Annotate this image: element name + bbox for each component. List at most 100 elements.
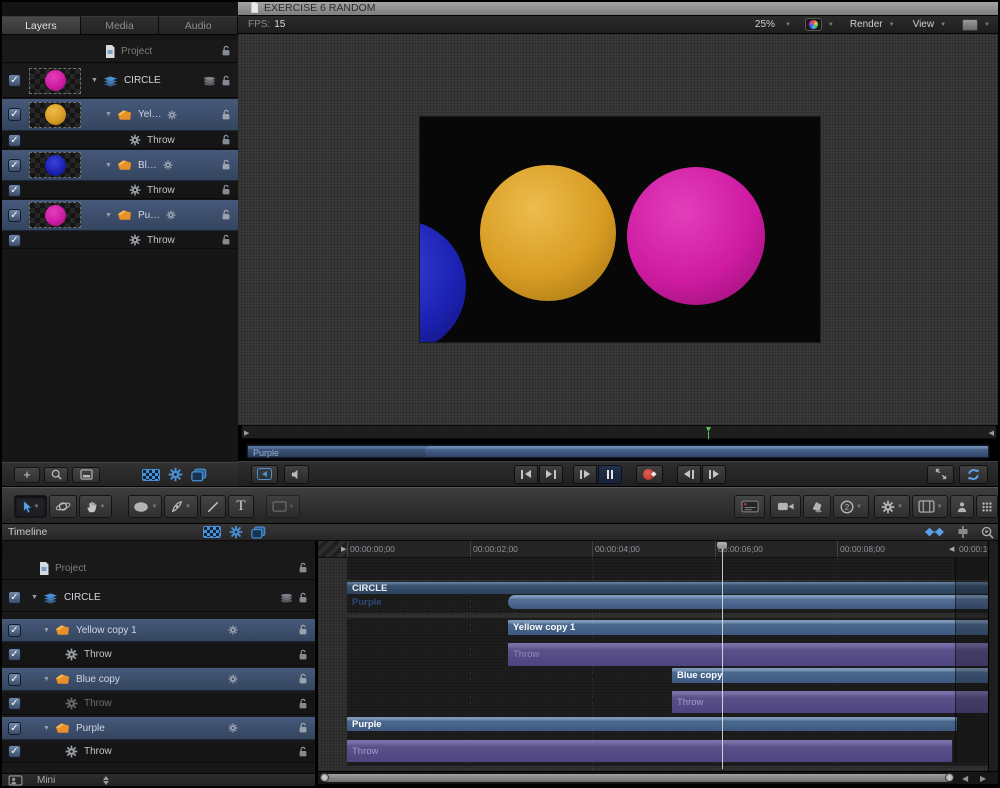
layer-row-circle-group[interactable]: ✓ ▼ CIRCLE: [2, 64, 238, 98]
layer-thumbnail[interactable]: [29, 102, 81, 128]
scrollbar-thumb[interactable]: [322, 774, 952, 782]
unlock-icon[interactable]: [298, 624, 308, 636]
layer-row-purple[interactable]: ✓ ▼ Pu…: [2, 200, 238, 231]
out-point-marker[interactable]: ◀: [989, 429, 994, 437]
timeline-playhead[interactable]: [722, 549, 723, 769]
pan-tool[interactable]: ▼: [79, 495, 112, 518]
tab-media[interactable]: Media: [81, 16, 160, 35]
pause-button[interactable]: [598, 465, 622, 484]
timeline-bar-throw[interactable]: Throw: [347, 740, 952, 762]
go-to-end-button[interactable]: [539, 465, 563, 484]
disclosure-triangle[interactable]: ▼: [105, 162, 112, 169]
paint-stroke-tool[interactable]: [200, 495, 226, 518]
visibility-checkbox[interactable]: ✓: [8, 209, 21, 222]
visibility-checkbox[interactable]: ✓: [8, 722, 21, 735]
visibility-checkbox[interactable]: ✓: [8, 648, 21, 661]
canvas-scrubber[interactable]: ▶ ◀: [241, 425, 997, 439]
magenta-circle[interactable]: [627, 167, 765, 305]
layer-thumbnail[interactable]: [29, 152, 81, 178]
unlock-icon[interactable]: [221, 234, 231, 246]
visibility-checkbox[interactable]: ✓: [8, 159, 21, 172]
visibility-checkbox[interactable]: ✓: [8, 591, 21, 604]
scrubber-playhead[interactable]: [706, 427, 711, 439]
timeline-bar-yellow-copy-1[interactable]: Yellow copy 1: [508, 620, 988, 635]
timeline-row-yellow-copy-1[interactable]: ✓ ▼ Yellow copy 1: [2, 619, 315, 642]
unlock-icon[interactable]: [221, 159, 231, 171]
layer-row-blue[interactable]: ✓ ▼ Bl…: [2, 150, 238, 181]
render-menu[interactable]: Render: [850, 19, 883, 30]
new-light-button[interactable]: [803, 495, 831, 518]
project-titlebar[interactable]: EXERCISE 6 RANDOM: [238, 0, 998, 15]
behaviors-visibility-toggle[interactable]: [168, 467, 183, 482]
search-button[interactable]: [44, 467, 68, 483]
unlock-icon[interactable]: [298, 673, 308, 685]
clones-visibility-toggle[interactable]: [191, 468, 207, 482]
shape-tool[interactable]: ▼: [128, 495, 162, 518]
layer-thumbnail[interactable]: [29, 68, 81, 94]
zoom-level-menu[interactable]: 25%: [755, 19, 775, 30]
show-pane-button[interactable]: [72, 467, 100, 483]
canvas-stage[interactable]: [420, 117, 820, 342]
mini-timeline-bar[interactable]: Purple: [248, 446, 988, 457]
unlock-icon[interactable]: [221, 109, 231, 121]
view-menu[interactable]: View: [913, 19, 935, 30]
blue-circle[interactable]: [420, 220, 466, 342]
timeline-playhead-handle[interactable]: [717, 542, 727, 549]
unlock-icon[interactable]: [221, 184, 231, 196]
fit-window-button[interactable]: [927, 465, 954, 484]
visibility-checkbox[interactable]: ✓: [8, 745, 21, 758]
unlock-icon[interactable]: [298, 746, 308, 758]
timeline-bar-throw[interactable]: Throw: [672, 691, 988, 713]
record-button[interactable]: [636, 465, 663, 484]
behavior-row-throw[interactable]: ✓ Throw: [2, 232, 238, 249]
timeline-behaviors-toggle[interactable]: [229, 525, 243, 539]
add-marker-button[interactable]: [955, 526, 971, 538]
timeline-row-throw[interactable]: ✓ Throw: [2, 693, 315, 715]
timeline-bar-purple-group[interactable]: Purple: [347, 595, 988, 609]
mask-tool[interactable]: ▼: [266, 495, 300, 518]
unlock-icon[interactable]: [298, 722, 308, 734]
timeline-row-throw[interactable]: ✓ Throw: [2, 741, 315, 763]
new-generator-button[interactable]: 2 ▼: [833, 495, 869, 518]
yellow-circle[interactable]: [480, 165, 616, 301]
unlock-icon[interactable]: [298, 649, 308, 661]
disclosure-triangle[interactable]: ▼: [43, 725, 50, 732]
tab-layers[interactable]: Layers: [2, 16, 81, 35]
disclosure-triangle[interactable]: ▼: [31, 594, 38, 601]
disclosure-triangle[interactable]: ▼: [105, 212, 112, 219]
timeline-scrollbar[interactable]: ◀ ▶: [318, 771, 998, 784]
timeline-right-scroll-strip[interactable]: [988, 541, 998, 771]
unlock-icon[interactable]: [221, 209, 231, 221]
text-tool[interactable]: T: [228, 495, 254, 518]
timeline-row-purple[interactable]: ✓ ▼ Purple: [2, 717, 315, 740]
filmstrip-view-toggle[interactable]: [142, 469, 160, 481]
visibility-checkbox[interactable]: ✓: [8, 624, 21, 637]
visibility-checkbox[interactable]: ✓: [8, 234, 21, 247]
mini-timeline-active-region[interactable]: [425, 446, 988, 457]
timeline-row-project[interactable]: Project: [2, 557, 315, 580]
unlock-icon[interactable]: [221, 75, 231, 87]
unlock-icon[interactable]: [298, 562, 308, 574]
timeline-lanes[interactable]: CIRCLE Purple Yellow copy 1 Throw Blue c…: [318, 558, 988, 771]
scroll-left-button[interactable]: ◀: [962, 774, 968, 783]
visibility-checkbox[interactable]: ✓: [8, 184, 21, 197]
behavior-row-throw[interactable]: ✓ Throw: [2, 132, 238, 149]
disclosure-triangle[interactable]: ▼: [91, 77, 98, 84]
timeline-row-throw[interactable]: ✓ Throw: [2, 644, 315, 666]
timeline-filmstrip-toggle[interactable]: [203, 526, 221, 538]
visibility-checkbox[interactable]: ✓: [8, 74, 21, 87]
step-back-button[interactable]: [677, 465, 701, 484]
new-camera-button[interactable]: [770, 495, 801, 518]
add-layer-button[interactable]: +: [14, 467, 40, 483]
select-tool[interactable]: ▼: [14, 495, 47, 518]
visibility-checkbox[interactable]: ✓: [8, 134, 21, 147]
step-forward-button[interactable]: [702, 465, 726, 484]
make-replicator-button[interactable]: [976, 495, 998, 518]
timeline-bar-throw[interactable]: Throw: [508, 643, 988, 666]
timeline-bar-circle[interactable]: CIRCLE: [347, 582, 988, 594]
layer-row-project[interactable]: Project: [2, 40, 238, 63]
disclosure-triangle[interactable]: ▼: [43, 627, 50, 634]
timeline-bar-purple[interactable]: Purple: [347, 717, 957, 731]
disclosure-triangle[interactable]: ▼: [43, 676, 50, 683]
timeline-row-circle-group[interactable]: ✓ ▼ CIRCLE: [2, 584, 315, 612]
